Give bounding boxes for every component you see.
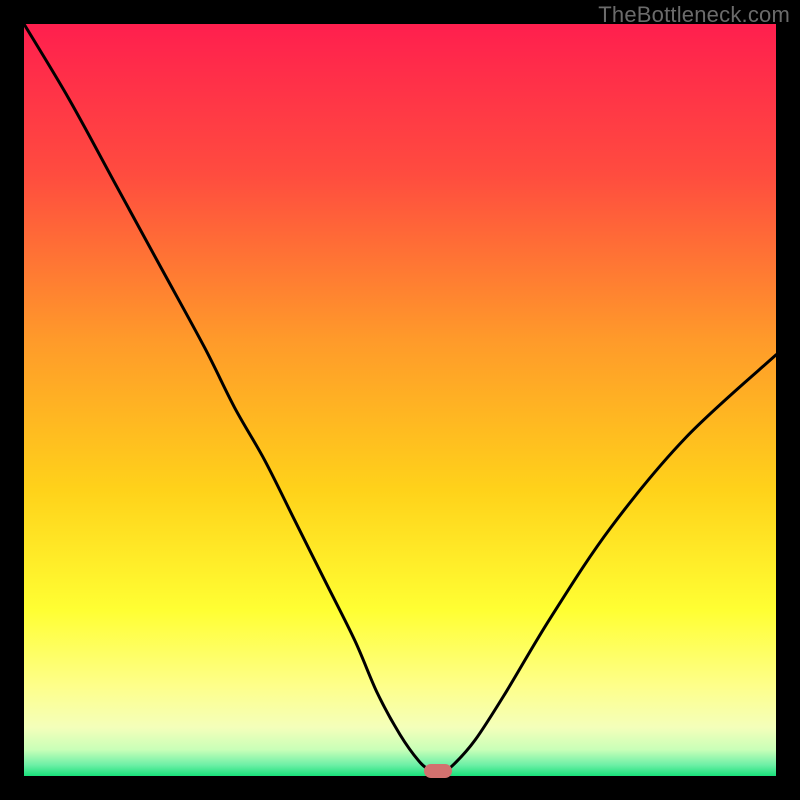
chart-frame: TheBottleneck.com (0, 0, 800, 800)
optimal-point-marker (424, 764, 452, 778)
bottleneck-curve (24, 24, 776, 776)
watermark-text: TheBottleneck.com (598, 2, 790, 28)
plot-area (24, 24, 776, 776)
